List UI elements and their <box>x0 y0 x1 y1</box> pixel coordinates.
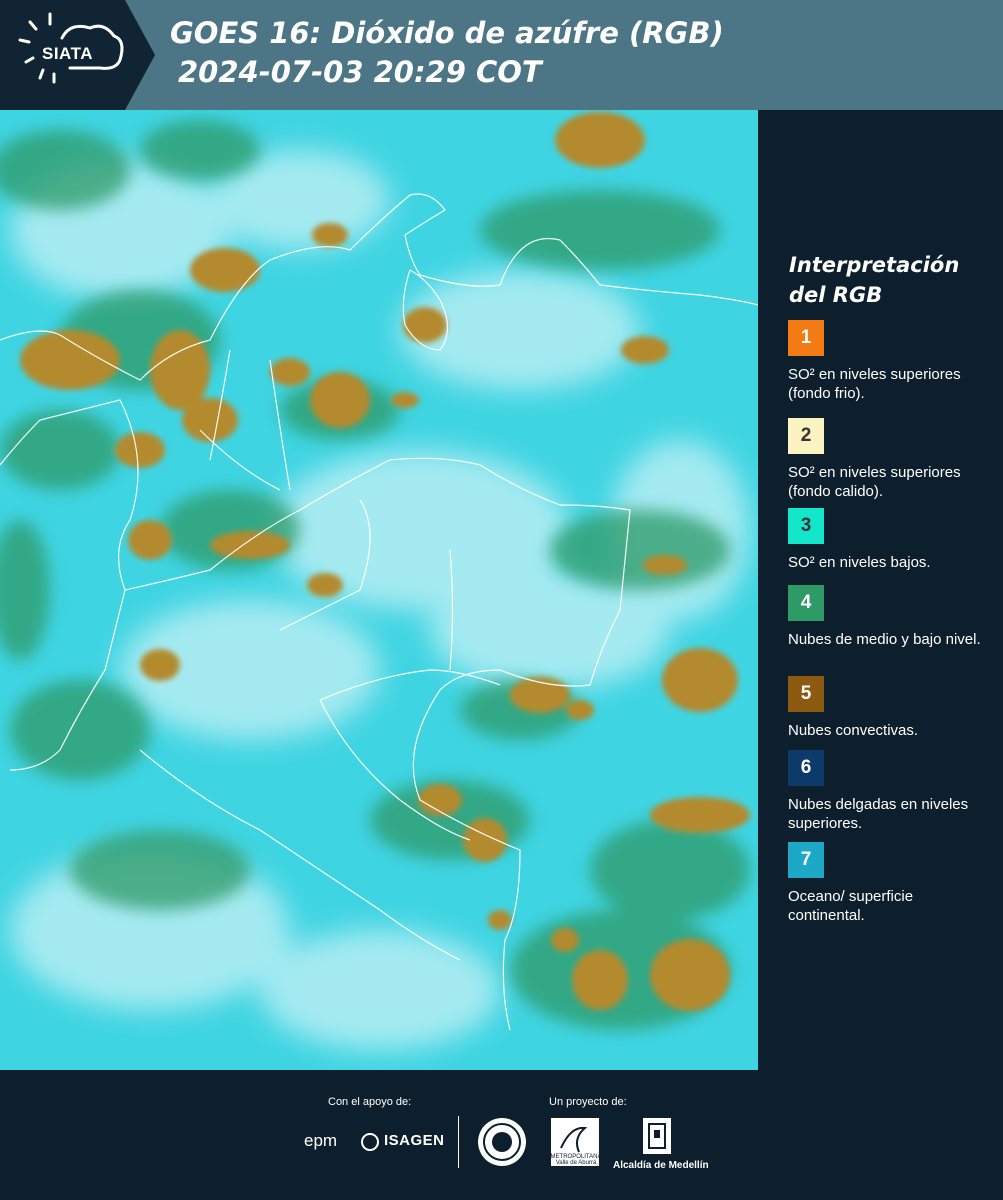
legend-item-2: 2 SO² en niveles superiores (fondo calid… <box>788 418 988 501</box>
project-label: Un proyecto de: <box>549 1096 627 1108</box>
legend-item-7: 7 Oceano/ superficie continental. <box>788 842 988 925</box>
legend-swatch-4: 4 <box>788 585 824 621</box>
alcaldia-building-icon <box>643 1118 671 1154</box>
footer-divider <box>458 1116 459 1168</box>
legend-label-3: SO² en niveles bajos. <box>788 554 931 571</box>
page-timestamp: 2024-07-03 20:29 COT <box>178 55 542 89</box>
legend-item-6: 6 Nubes delgadas en niveles superiores. <box>788 750 988 833</box>
legend-swatch-5: 5 <box>788 676 824 712</box>
legend-label-5: Nubes convectivas. <box>788 722 919 739</box>
header: SIATA GOES 16: Dióxido de azúfre (RGB) 2… <box>0 0 1003 110</box>
page-title: GOES 16: Dióxido de azúfre (RGB) <box>170 16 724 50</box>
legend-label-2: SO² en niveles superiores (fondo calido)… <box>788 464 961 500</box>
alcaldia-label: Alcaldía de Medellín <box>613 1160 709 1171</box>
legend-item-5: 5 Nubes convectivas. <box>788 676 988 740</box>
legend-panel: Interpretación del RGB 1 SO² en niveles … <box>760 110 1003 1070</box>
legend-swatch-2: 2 <box>788 418 824 454</box>
legend-item-4: 4 Nubes de medio y bajo nivel. <box>788 585 988 649</box>
siata-logo: SIATA <box>0 0 155 110</box>
footer: Con el apoyo de: Un proyecto de: epm ISA… <box>0 1070 1003 1200</box>
legend-label-1: SO² en niveles superiores (fondo frio). <box>788 366 961 402</box>
area-metropolitana-label: METROPOLITANA Valle de Aburrá <box>550 1154 602 1166</box>
support-label: Con el apoyo de: <box>328 1096 412 1108</box>
isagen-logo: ISAGEN <box>384 1132 445 1149</box>
medellin-seal-icon <box>478 1118 526 1166</box>
map-canvas <box>0 110 758 1070</box>
satellite-map <box>0 110 758 1070</box>
legend-swatch-3: 3 <box>788 508 824 544</box>
legend-item-1: 1 SO² en niveles superiores (fondo frio)… <box>788 320 988 403</box>
legend-label-4: Nubes de medio y bajo nivel. <box>788 631 981 648</box>
legend-title: Interpretación del RGB <box>789 253 960 307</box>
legend-swatch-1: 1 <box>788 320 824 356</box>
epm-logo: epm <box>304 1131 338 1150</box>
legend-swatch-6: 6 <box>788 750 824 786</box>
legend-item-3: 3 SO² en niveles bajos. <box>788 508 988 572</box>
legend-label-6: Nubes delgadas en niveles superiores. <box>788 796 969 832</box>
legend-label-7: Oceano/ superficie continental. <box>788 888 914 924</box>
logo-text: SIATA <box>42 44 93 63</box>
isagen-mark-icon <box>361 1133 379 1151</box>
legend-swatch-7: 7 <box>788 842 824 878</box>
